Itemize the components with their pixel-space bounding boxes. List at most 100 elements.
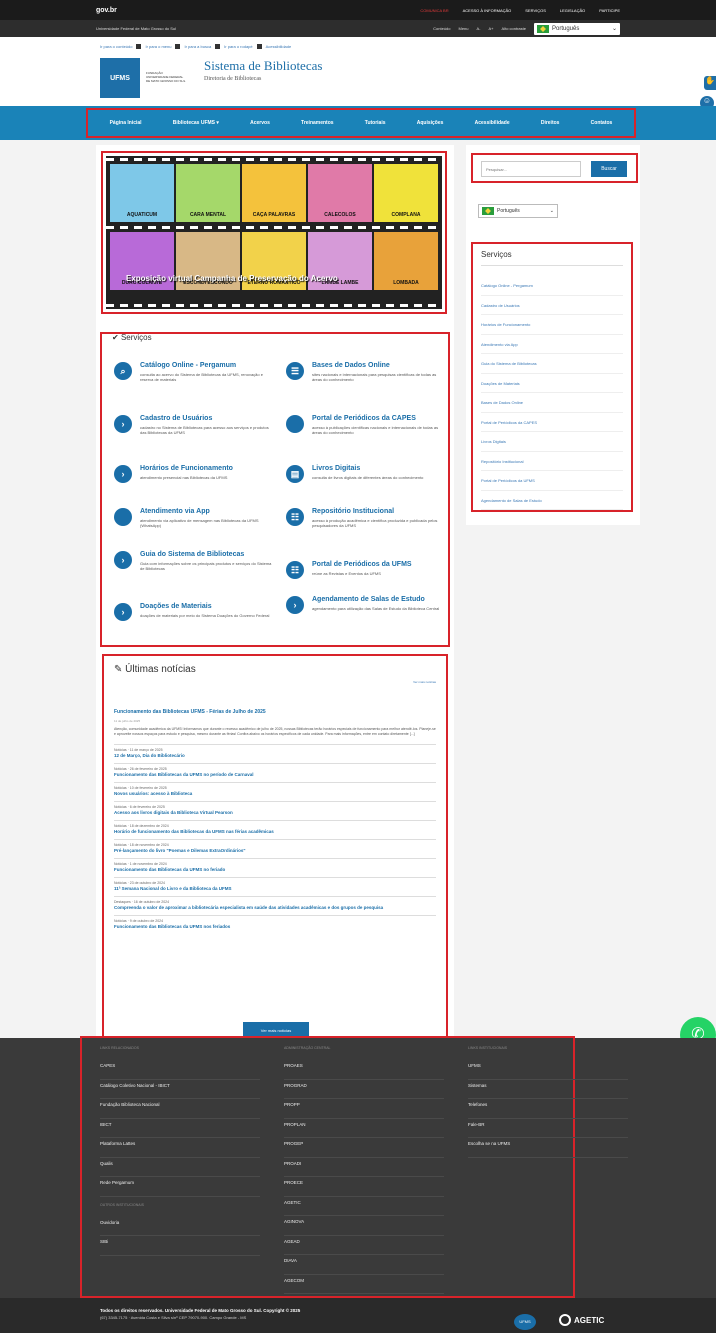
gov-link-acesso[interactable]: ACESSO À INFORMAÇÃO [463,8,512,13]
skip-link-menu[interactable]: Ir para o menu [145,44,171,49]
service-title[interactable]: Cadastro de Usuários [140,415,274,423]
footer-link[interactable]: SIBi [100,1236,260,1256]
service-card[interactable]: ☰ Bases de Dados Online sites nacionais e… [286,362,446,382]
footer-link[interactable]: Rede Pergamum [100,1177,260,1197]
service-card[interactable]: Atendimento via App atendimento via aplic… [114,508,274,528]
footer-link[interactable]: Ouvidoria [100,1217,260,1236]
news-link[interactable]: Funcionamento das Bibliotecas da UFMS no… [114,772,436,777]
footer-link[interactable]: PROECE [284,1177,444,1197]
footer-link[interactable]: PROPP [284,1099,444,1119]
footer-link[interactable]: AGEAD [284,1236,444,1255]
govbr-logo[interactable]: gov.br [96,7,117,14]
service-card[interactable]: › Cadastro de Usuários cadastro no Sistem… [114,415,274,435]
agetic-logo[interactable]: AGETIC [559,1314,604,1326]
gov-link-servicos[interactable]: SERVIÇOS [525,8,546,13]
service-card[interactable]: › Horários de Funcionamento atendimento p… [114,465,274,483]
service-card[interactable]: ☷ Portal de Periódicos da UFMS reúne as R… [286,561,446,579]
banner-caption[interactable]: Exposição virtual Campanha de Preservaçã… [126,274,338,283]
sidebar-link[interactable]: Catálogo Online - Pergamum [481,276,623,296]
footer-link[interactable]: CAPES [100,1060,260,1080]
contrast-toggle[interactable]: Alto contraste [502,26,526,31]
skip-menu-link[interactable]: Menu [459,26,469,31]
service-card[interactable]: Portal de Periódicos da CAPES acesso à pu… [286,415,446,435]
footer-link[interactable]: AGETIC [284,1197,444,1216]
sidebar-link[interactable]: Atendimento via App [481,335,623,354]
banner-carousel[interactable]: Aquaticum Cara Mental Caça Palavras Cale… [101,151,447,314]
news-link[interactable]: Funcionamento das Bibliotecas da UFMS no… [114,867,436,872]
footer-link[interactable]: PROGEP [284,1138,444,1158]
footer-link[interactable]: IBICT [100,1119,260,1138]
service-card[interactable]: ⌕ Catálogo Online - Pergamum consulta ao … [114,362,274,382]
service-title[interactable]: Repositório Institucional [312,508,446,516]
language-select[interactable]: Português ⌄ [534,22,620,35]
nav-aquisicoes[interactable]: Aquisições [417,120,444,126]
service-title[interactable]: Doações de Materiais [140,603,269,611]
service-title[interactable]: Guia do Sistema de Bibliotecas [140,551,274,559]
nav-home[interactable]: Página Inicial [110,120,142,126]
nav-acervos[interactable]: Acervos [250,120,270,126]
footer-link[interactable]: AGINOVA [284,1216,444,1236]
footer-link[interactable]: PROADI [284,1158,444,1177]
footer-link[interactable]: UFMS [468,1060,628,1080]
sidebar-link[interactable]: Portal de Periódicos da UFMS [481,471,623,491]
news-link[interactable]: 12 de Março, Dia do Bibliotecário [114,753,436,758]
footer-link[interactable]: Qualis [100,1158,260,1177]
service-title[interactable]: Agendamento de Salas de Estudo [312,596,439,604]
nav-acessibilidade[interactable]: Acessibilidade [475,120,510,126]
news-link[interactable]: Pré-lançamento do livro "Poemas e Dilema… [114,848,436,853]
skip-link-search[interactable]: Ir para a busca [184,44,211,49]
service-card[interactable]: ☷ Repositório Institucional acesso à prod… [286,508,446,528]
translate-select[interactable]: Português ⌄ [478,204,558,218]
sidebar-link[interactable]: Doações de Materiais [481,374,623,393]
nav-tutoriais[interactable]: Tutoriais [365,120,386,126]
service-card[interactable]: › Agendamento de Salas de Estudo agendame… [286,596,446,614]
footer-link[interactable]: Fundação Biblioteca Nacional [100,1099,260,1119]
sidebar-link[interactable]: Bases de Dados Online [481,393,623,413]
footer-link[interactable]: PROGRAD [284,1080,444,1099]
service-title[interactable]: Livros Digitais [312,465,423,473]
service-card[interactable]: ▤ Livros Digitais consulta de livros digi… [286,465,446,483]
service-card[interactable]: › Doações de Materiais doações de materia… [114,603,274,621]
news-link[interactable]: Horário de funcionamento das Bibliotecas… [114,829,436,834]
skip-link-content[interactable]: Ir para o conteúdo [100,44,132,49]
vlibras-button[interactable]: ✋ [704,76,716,90]
sidebar-link[interactable]: Portal de Periódicos da CAPES [481,413,623,432]
service-title[interactable]: Portal de Periódicos da CAPES [312,415,446,423]
sidebar-link[interactable]: Horários de Funcionamento [481,315,623,335]
sidebar-link[interactable]: Repositório Institucional [481,452,623,471]
sidebar-link[interactable]: Guia do Sistema de Bibliotecas [481,354,623,374]
nav-direitos[interactable]: Direitos [541,120,560,126]
footer-link[interactable]: AGECOM [284,1275,444,1294]
footer-link[interactable]: DIAVA [284,1255,444,1275]
footer-link[interactable]: PROPLAN [284,1119,444,1138]
ufms-logo[interactable]: UFMS [100,58,140,98]
skip-content-link[interactable]: Conteúdo [433,26,450,31]
ufms-seal-logo[interactable]: UFMS [514,1314,536,1330]
skip-link-accessibility[interactable]: Acessibilidade [266,44,292,49]
featured-news-title[interactable]: Funcionamento das Bibliotecas UFMS - Fér… [114,709,436,715]
sidebar-link[interactable]: Agendamento de Salas de Estudo [481,491,623,510]
footer-link[interactable]: Telefones [468,1099,628,1119]
site-title[interactable]: Sistema de Bibliotecas [204,58,322,74]
news-link[interactable]: Funcionamento das Bibliotecas da UFMS no… [114,924,436,929]
service-title[interactable]: Atendimento via App [140,508,274,516]
service-title[interactable]: Bases de Dados Online [312,362,446,370]
news-link[interactable]: Novos usuários: acesso à Biblioteca [114,791,436,796]
service-card[interactable]: › Guia do Sistema de Bibliotecas Guia com… [114,551,274,571]
service-title[interactable]: Portal de Periódicos da UFMS [312,561,412,569]
service-title[interactable]: Horários de Funcionamento [140,465,233,473]
footer-link[interactable]: Plataforma Lattes [100,1138,260,1158]
more-news-link[interactable]: Ver mais notícias [413,680,436,684]
service-title[interactable]: Catálogo Online - Pergamum [140,362,274,370]
footer-link[interactable]: Fale-BR [468,1119,628,1138]
search-button[interactable]: Buscar [591,161,627,177]
font-decrease-button[interactable]: A- [477,26,481,31]
nav-bibliotecas[interactable]: Bibliotecas UFMS ▾ [173,120,219,126]
font-increase-button[interactable]: A+ [489,26,494,31]
footer-link[interactable]: Escolha se na UFMS [468,1138,628,1158]
footer-link[interactable]: Sistemas [468,1080,628,1099]
footer-link[interactable]: PROAES [284,1060,444,1080]
news-link[interactable]: Acesso aos livros digitais da Biblioteca… [114,810,436,815]
skip-link-footer[interactable]: Ir para o rodapé [224,44,252,49]
university-link[interactable]: Universidade Federal de Mato Grosso do S… [96,26,176,31]
